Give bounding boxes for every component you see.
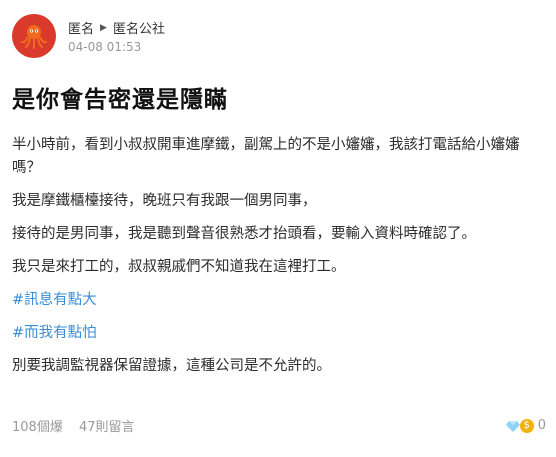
view-count: 108個爆 [12,420,63,435]
diamond-icon [505,420,520,432]
paragraph: 別要我調監視器保留證據，這種公司是不允許的。 [12,358,331,374]
arrow-right-icon: ▶ [100,22,107,33]
hashtag-link[interactable]: #而我有點怕 [12,322,544,345]
paragraph: 我只是來打工的，叔叔親戚們不知道我在這裡打工。 [12,259,346,275]
coin-icon: $ [519,418,534,433]
reaction-count: 0 [537,418,546,433]
post-content: 半小時前，看到小叔叔開車進摩鐵，副駕上的不是小嬸嬸，我該打電話給小嬸嬸嗎？ 我是… [12,134,544,388]
post-time: 04-08 01:53 [68,40,142,54]
paragraph: 接待的是男同事，我是聽到聲音很熟悉才抬頭看，要輸入資料時確認了。 [12,226,476,242]
paragraph: 我是摩鐵櫃檯接待，晚班只有我跟一個男同事， [12,193,317,209]
hashtag-link[interactable]: #訊息有點大 [12,289,544,312]
paragraph: 半小時前，看到小叔叔開車進摩鐵，副駕上的不是小嬸嬸，我該打電話給小嬸嬸嗎？ [12,137,520,176]
octopus-icon [21,25,47,49]
board-name[interactable]: 匿名公社 [113,18,165,37]
post-footer: 108個爆 47則留言 $ 0 [12,416,546,435]
post-header: 匿名 ▶ 匿名公社 04-08 01:53 [12,14,165,58]
avatar[interactable] [12,14,56,58]
reaction-area[interactable]: $ 0 [505,418,546,433]
author-name[interactable]: 匿名 [68,18,94,37]
comment-count[interactable]: 47則留言 [79,420,135,435]
post-title: 是你會告密還是隱瞞 [12,87,228,113]
